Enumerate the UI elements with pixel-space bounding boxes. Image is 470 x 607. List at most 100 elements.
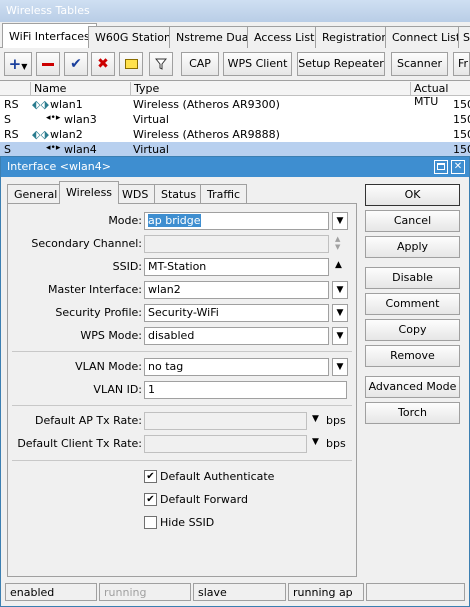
- add-button[interactable]: +▼: [4, 52, 32, 76]
- table-row[interactable]: S ◂•▸ wlan4 Virtual 150: [0, 142, 470, 157]
- mode-select[interactable]: ap bridge: [144, 212, 329, 230]
- copy-button[interactable]: Copy: [365, 319, 460, 341]
- filter-button[interactable]: [149, 52, 173, 76]
- secondary-channel-label: Secondary Channel:: [31, 237, 142, 250]
- status-running-ap: running ap: [288, 583, 364, 601]
- tab-traffic[interactable]: Traffic: [200, 184, 248, 204]
- wps-mode-select[interactable]: disabled: [144, 327, 329, 345]
- wireless-interface-icon: ⬖⬗: [32, 98, 49, 111]
- toolbar: +▼ ✔ ✖ CAP WPS Client Setup Repeater Sca…: [0, 48, 470, 80]
- checkmark-icon: ✔: [146, 471, 155, 482]
- wps-mode-dropdown-button[interactable]: ▼: [332, 327, 348, 345]
- status-running: running: [99, 583, 191, 601]
- dropdown-arrow-icon: ▼: [336, 308, 344, 318]
- virtual-interface-icon: ◂•▸: [46, 113, 61, 123]
- tab-wds[interactable]: WDS: [115, 184, 156, 204]
- advanced-mode-button[interactable]: Advanced Mode: [365, 376, 460, 398]
- tab-w60g-station[interactable]: W60G Station: [88, 26, 179, 48]
- wireless-interface-icon: ⬖⬗: [32, 128, 49, 141]
- vlan-mode-select[interactable]: no tag: [144, 358, 329, 376]
- dropdown-arrow-icon[interactable]: ▼: [312, 414, 319, 424]
- security-profile-select[interactable]: Security-WiFi: [144, 304, 329, 322]
- dropdown-arrow-icon: ▼: [336, 216, 344, 226]
- row-flag: RS: [4, 98, 19, 111]
- disable-button[interactable]: ✖: [91, 52, 115, 76]
- tab-wireless[interactable]: Wireless: [59, 181, 120, 204]
- tab-access-list[interactable]: Access List: [247, 26, 322, 48]
- ap-tx-rate-label: Default AP Tx Rate:: [35, 414, 142, 427]
- maximize-button[interactable]: [434, 160, 448, 174]
- note-icon: [124, 59, 138, 69]
- vlan-id-input[interactable]: 1: [144, 381, 347, 399]
- list-header: Name Type Actual MTU: [0, 81, 470, 108]
- column-header-flags[interactable]: [0, 82, 30, 96]
- ssid-label: SSID:: [112, 260, 142, 273]
- cross-icon: ✖: [97, 56, 109, 72]
- tab-wifi-interfaces[interactable]: WiFi Interfaces: [2, 23, 97, 49]
- apply-button[interactable]: Apply: [365, 236, 460, 258]
- tab-more[interactable]: S: [458, 26, 470, 48]
- ap-tx-rate-input[interactable]: [144, 412, 307, 430]
- ok-button[interactable]: OK: [365, 184, 460, 206]
- table-row[interactable]: RS ⬖⬗ wlan2 Wireless (Atheros AR9888) 15…: [0, 127, 470, 142]
- maximize-icon: [437, 162, 445, 170]
- row-mtu: 150: [453, 113, 470, 126]
- column-header-name[interactable]: Name: [30, 82, 130, 96]
- tab-nstreme-dual[interactable]: Nstreme Dual: [169, 26, 259, 48]
- security-profile-dropdown-button[interactable]: ▼: [332, 304, 348, 322]
- tab-bar: WiFi Interfaces W60G Station Nstreme Dua…: [0, 22, 470, 49]
- filter-icon: [154, 58, 168, 70]
- disable-button[interactable]: Disable: [365, 267, 460, 289]
- close-button[interactable]: ✕: [451, 160, 465, 174]
- hide-ssid-checkbox[interactable]: [144, 516, 157, 529]
- status-enabled: enabled: [5, 583, 97, 601]
- tab-connect-list[interactable]: Connect List: [385, 26, 468, 48]
- tab-status[interactable]: Status: [154, 184, 204, 204]
- vlan-mode-dropdown-button[interactable]: ▼: [332, 358, 348, 376]
- column-header-mtu[interactable]: Actual MTU: [410, 82, 470, 108]
- row-mtu: 150: [453, 143, 470, 156]
- dialog-tab-bar: General Wireless WDS Status Traffic: [7, 181, 357, 204]
- scanner-button[interactable]: Scanner: [391, 52, 448, 76]
- setup-repeater-button[interactable]: Setup Repeater: [297, 52, 385, 76]
- status-slave: slave: [193, 583, 286, 601]
- comment-button[interactable]: [119, 52, 143, 76]
- default-forward-checkbox[interactable]: ✔: [144, 493, 157, 506]
- interface-list: Name Type Actual MTU RS ⬖⬗ wlan1 Wireles…: [0, 80, 470, 157]
- collapse-arrow-icon[interactable]: ▲: [335, 260, 342, 270]
- cancel-button[interactable]: Cancel: [365, 210, 460, 232]
- minus-icon: [42, 62, 54, 66]
- master-interface-select[interactable]: wlan2: [144, 281, 329, 299]
- torch-button[interactable]: Torch: [365, 402, 460, 424]
- virtual-interface-icon: ◂•▸: [46, 143, 61, 153]
- table-row[interactable]: S ◂•▸ wlan3 Virtual 150: [0, 112, 470, 127]
- default-authenticate-label: Default Authenticate: [160, 470, 275, 483]
- client-tx-rate-input[interactable]: [144, 435, 307, 453]
- remove-button[interactable]: Remove: [365, 345, 460, 367]
- dialog-title-bar[interactable]: Interface <wlan4>: [1, 157, 469, 177]
- mode-dropdown-button[interactable]: ▼: [332, 212, 348, 230]
- remove-button[interactable]: [36, 52, 60, 76]
- interface-dialog: Interface <wlan4> ✕ General Wireless WDS…: [0, 156, 470, 607]
- tab-registration[interactable]: Registration: [315, 26, 396, 48]
- row-flag: S: [4, 143, 11, 156]
- table-row[interactable]: RS ⬖⬗ wlan1 Wireless (Atheros AR9300) 15…: [0, 97, 470, 112]
- close-icon: ✕: [453, 161, 463, 172]
- wps-mode-label: WPS Mode:: [80, 329, 142, 342]
- row-mtu: 150: [453, 98, 470, 111]
- check-icon: ✔: [70, 56, 82, 72]
- master-interface-dropdown-button[interactable]: ▼: [332, 281, 348, 299]
- wireless-tab-panel: Mode: ap bridge ▼ Secondary Channel: ▲ ▼ …: [7, 203, 357, 577]
- row-mtu: 150: [453, 128, 470, 141]
- freq-usage-button[interactable]: Fr: [453, 52, 470, 76]
- column-header-type[interactable]: Type: [130, 82, 410, 96]
- dropdown-arrow-icon[interactable]: ▼: [312, 437, 319, 447]
- ssid-input[interactable]: MT-Station: [144, 258, 329, 276]
- enable-button[interactable]: ✔: [64, 52, 88, 76]
- cap-button[interactable]: CAP: [181, 52, 219, 76]
- ap-tx-rate-unit: bps: [326, 414, 346, 427]
- default-authenticate-checkbox[interactable]: ✔: [144, 470, 157, 483]
- wps-client-button[interactable]: WPS Client: [223, 52, 292, 76]
- tab-general[interactable]: General: [7, 184, 65, 204]
- comment-button[interactable]: Comment: [365, 293, 460, 315]
